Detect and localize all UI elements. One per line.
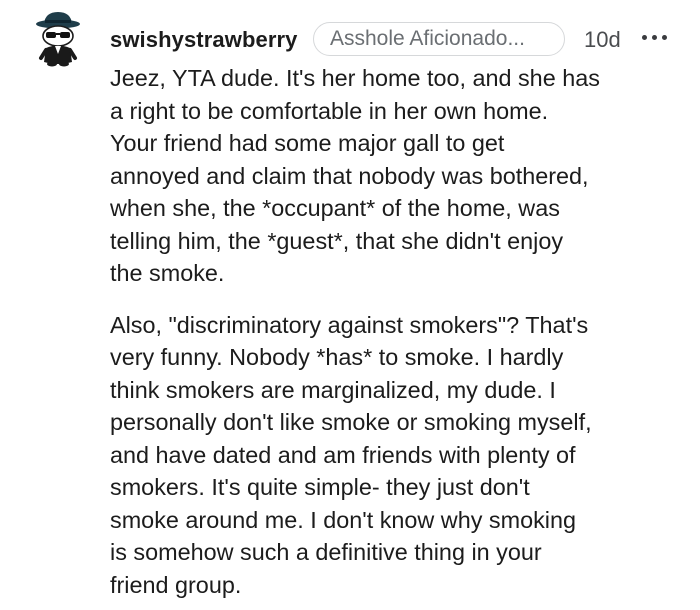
comment-header: swishystrawberry Asshole Aficionado... 1… xyxy=(110,22,676,58)
more-horizontal-icon[interactable] xyxy=(640,24,670,48)
comment: swishystrawberry Asshole Aficionado... 1… xyxy=(0,0,700,610)
comment-body: Jeez, YTA dude. It's her home too, and s… xyxy=(110,62,685,601)
user-flair-badge: Asshole Aficionado... xyxy=(313,22,565,56)
username-link[interactable]: swishystrawberry xyxy=(110,27,297,53)
snoo-avatar-icon[interactable] xyxy=(30,10,86,68)
comment-paragraph-2: Also, "discriminatory against smokers"? … xyxy=(110,311,592,598)
comment-timestamp[interactable]: 10d xyxy=(584,27,621,53)
comment-paragraph-1: Jeez, YTA dude. It's her home too, and s… xyxy=(110,65,600,286)
